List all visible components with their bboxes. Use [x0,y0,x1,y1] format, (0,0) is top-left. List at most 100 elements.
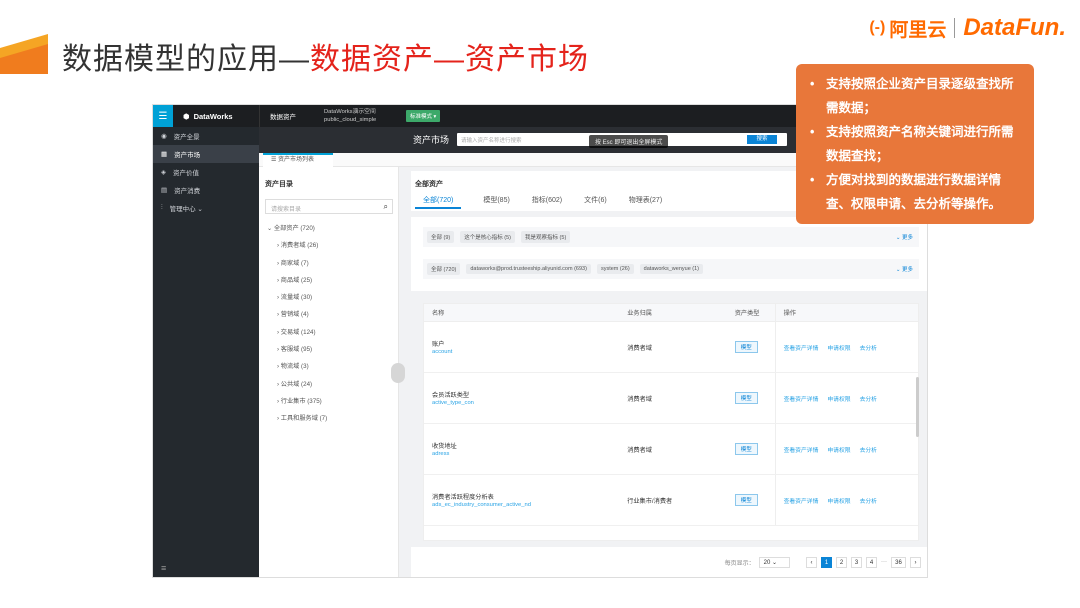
filter-chip[interactable]: system (26) [596,264,634,274]
filter-chip[interactable]: dataworks_wenyue (1) [639,264,704,274]
tab-all[interactable]: 全部(720) [415,195,462,209]
tab-physical-table[interactable]: 物理表(27) [629,195,662,209]
slide-accent-shape [0,34,48,74]
table-header: 名称 业务归属 资产类型 操作 [424,303,918,322]
sidebar-item-asset-market[interactable]: ▦ 资产市场 [153,145,259,163]
page-button[interactable]: 3 [851,556,862,568]
filter-chip[interactable]: dataworks@prod.trusteeship.aliyunid.com … [466,264,591,274]
tree-node[interactable]: › 工具和服务域 (7) [267,413,327,430]
asset-catalog-panel: 资产目录 请搜索目录 ⌕ ⌄ 全部资产 (720) › 消费者域 (26) › … [259,167,405,577]
tab-asset-market-list[interactable]: ☰ 资产市场列表 [263,153,333,167]
dataworks-logo[interactable]: ⬢ DataWorks [173,112,259,121]
overview-icon: ◉ [161,133,167,140]
asset-type-badge: 模型 [734,392,758,404]
sidebar-item-asset-overview[interactable]: ◉ 资产全景 [153,127,259,145]
page-button[interactable]: 2 [836,556,847,568]
more-filters-link[interactable]: ⌄ 更多 [896,265,913,273]
tree-node[interactable]: › 行业集市 (375) [267,396,327,413]
tree-node[interactable]: › 公共域 (24) [267,379,327,396]
sidebar-item-label: 资产全景 [173,134,200,141]
catalog-tree: ⌄ 全部资产 (720) › 消费者域 (26) › 商家域 (7) › 商品域… [267,223,327,431]
more-filters-link[interactable]: ⌄ 更多 [896,233,913,241]
page-size-select[interactable]: 20 ⌄ [758,556,790,568]
panel-collapse-handle[interactable] [391,363,405,383]
request-permission-link[interactable]: 申请权限 [827,496,850,505]
catalog-search-placeholder: 请搜索目录 [271,207,302,213]
table-row: 会员活跃类型 active_type_con 消费者域 模型 查看资产详情 申请权… [424,373,918,424]
workspace-selector[interactable]: DataWorks演示空间 public_cloud_simple [314,108,406,124]
filter-chip[interactable]: 我是观察指标 (5) [521,231,571,243]
filter-chip[interactable]: 全部 (720) [427,263,461,275]
tree-node[interactable]: › 流量域 (30) [267,292,327,309]
tree-node[interactable]: › 商品域 (25) [267,275,327,292]
workspace-name: DataWorks演示空间 [324,109,376,115]
asset-code-link[interactable]: account [432,349,619,355]
tree-node-all[interactable]: ⌄ 全部资产 (720) [267,223,327,240]
page-button[interactable]: 36 [891,556,906,568]
sidebar-item-label: 资产市场 [174,152,201,159]
analyze-link[interactable]: 去分析 [860,496,877,505]
asset-code-link[interactable]: ads_ec_industry_consumer_active_nd [432,502,619,508]
page-button[interactable]: 4 [866,556,877,568]
tree-node[interactable]: › 交易域 (124) [267,327,327,344]
sidebar-item-asset-value[interactable]: ◈ 资产价值 [153,163,259,181]
market-icon: ▦ [161,151,168,158]
asset-list-area: 全部资产 全部(720) 模型(85) 指标(602) 文件(6) 物理表(27… [411,167,927,577]
view-details-link[interactable]: 查看资产详情 [784,343,819,352]
catalog-search-input[interactable]: 请搜索目录 ⌕ [265,199,393,214]
tab-file[interactable]: 文件(6) [584,195,607,209]
asset-code-link[interactable]: adress [432,451,619,457]
request-permission-link[interactable]: 申请权限 [827,445,850,454]
owner-filter-row: 全部 (720) dataworks@prod.trusteeship.aliy… [423,259,919,279]
request-permission-link[interactable]: 申请权限 [827,343,850,352]
search-button[interactable]: 搜索 [747,135,777,144]
view-details-link[interactable]: 查看资产详情 [784,394,819,403]
asset-domain: 行业集市/消费者 [627,497,673,505]
table-row: 收货地址 adress 消费者域 模型 查看资产详情 申请权限 去分析 [424,424,918,475]
filter-chip[interactable]: 全部 (9) [427,231,455,243]
prev-page-button[interactable]: ‹ [806,556,817,568]
menu-icon[interactable]: ☰ [153,105,173,127]
workspace-id: public_cloud_simple [324,117,377,123]
asset-code-link[interactable]: active_type_con [432,400,619,406]
datafun-logo: DataFun. [963,14,1066,41]
settings-icon: ⫶ [161,204,163,211]
tree-node[interactable]: › 物流域 (3) [267,361,327,378]
view-details-link[interactable]: 查看资产详情 [784,496,819,505]
collapse-menu-icon[interactable]: ≡ [161,563,166,573]
market-title: 资产市场 [413,135,450,145]
brand-logos: (-) 阿里云 DataFun. [869,14,1066,42]
filter-chip[interactable]: 这个是核心指标 (5) [460,231,516,243]
sidebar-item-asset-consumption[interactable]: ▤ 资产消费 [153,181,259,199]
search-icon[interactable]: ⌕ [384,202,388,212]
sidebar-item-label: 资产价值 [173,170,199,177]
aliyun-logo: (-) 阿里云 [869,15,946,42]
request-permission-link[interactable]: 申请权限 [827,394,850,403]
analyze-link[interactable]: 去分析 [860,343,877,352]
view-details-link[interactable]: 查看资产详情 [784,445,819,454]
table-scrollbar[interactable] [916,377,919,437]
dataworks-logo-icon: ⬢ [183,111,190,121]
module-name[interactable]: 数据资产 [259,105,314,127]
tab-metric[interactable]: 指标(602) [532,195,562,209]
page-size-label: 每页显示： [724,560,755,567]
page-button[interactable]: 1 [821,556,832,568]
next-page-button[interactable]: › [910,556,921,568]
tree-node[interactable]: › 营销域 (4) [267,309,327,326]
table-row: 消费者活跃程度分析表 ads_ec_industry_consumer_activ… [424,475,918,526]
column-header-name: 名称 [432,310,445,317]
tree-node[interactable]: › 商家域 (7) [267,258,327,275]
fullscreen-tip: 按 Esc 即可退出全屏模式 [589,135,669,148]
analyze-link[interactable]: 去分析 [860,394,877,403]
tree-node[interactable]: › 客服域 (95) [267,344,327,361]
analyze-link[interactable]: 去分析 [860,445,877,454]
table-row: 账户 account 消费者域 模型 查看资产详情 申请权限 去分析 [424,322,918,373]
tree-node[interactable]: › 消费者域 (26) [267,240,327,257]
page-ellipsis: ··· [881,559,887,565]
mode-dropdown[interactable]: 标准模式 ▾ [406,110,441,122]
slide-title: 数据模型的应用—数据资产—资产市场 [62,34,589,78]
tab-model[interactable]: 模型(85) [483,195,509,209]
sidebar-item-management[interactable]: ⫶ 管理中心 ⌄ [153,199,259,217]
column-header-actions: 操作 [774,303,918,322]
aliyun-logo-icon: (-) [869,19,886,36]
